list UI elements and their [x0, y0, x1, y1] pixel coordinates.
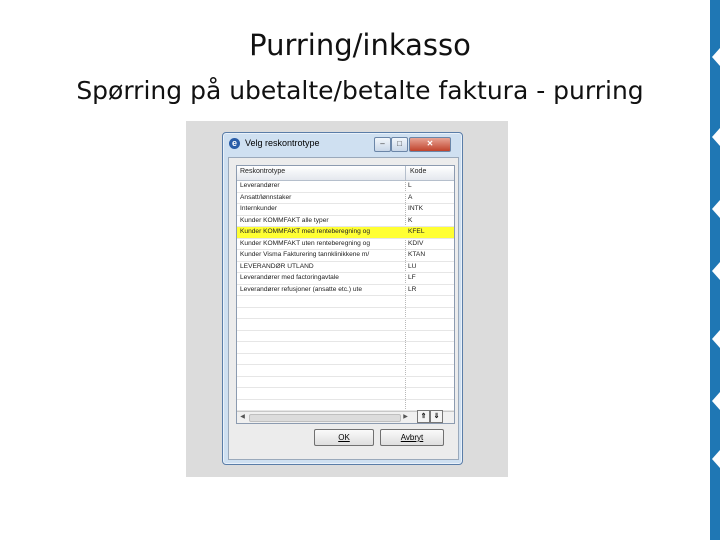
- cell-code: K: [408, 216, 413, 224]
- header-divider: [405, 166, 406, 180]
- cell-code: KFEL: [408, 228, 425, 235]
- table-row[interactable]: Kunder KOMMFAKT alle typer K: [237, 216, 454, 227]
- cell-type: Kunder KOMMFAKT alle typer: [240, 216, 329, 224]
- table-row[interactable]: Kunder Visma Fakturering tannklinikkene …: [237, 250, 454, 262]
- table-row[interactable]: Ansatt/lønnstaker A: [237, 193, 454, 204]
- cell-code: KTAN: [408, 251, 426, 258]
- table-row[interactable]: [237, 342, 454, 354]
- cell-type: Kunder KOMMFAKT uten renteberegning og: [240, 239, 370, 247]
- cell-type: LEVERANDØR UTLAND: [240, 262, 314, 270]
- minimize-icon[interactable]: –: [374, 137, 391, 152]
- table-row[interactable]: Internkunder INTK: [237, 204, 454, 216]
- cell-code: LF: [408, 274, 416, 281]
- cell-code: LR: [408, 285, 417, 293]
- table-row[interactable]: [237, 388, 454, 400]
- table-row-selected[interactable]: Kunder KOMMFAKT med renteberegning og KFE…: [237, 227, 454, 239]
- horizontal-scrollbar[interactable]: ◀ ▶ ⇑ ⇓: [237, 410, 454, 423]
- cell-code: KDIV: [408, 239, 424, 247]
- table-row[interactable]: Leverandører L: [237, 181, 454, 193]
- cell-type: Leverandører: [240, 182, 280, 189]
- cell-type: Kunder Visma Fakturering tannklinikkene …: [240, 251, 370, 258]
- cell-type: Kunder KOMMFAKT med renteberegning og: [240, 228, 370, 235]
- table-row[interactable]: [237, 354, 454, 365]
- cell-type: Leverandører med factoringavtale: [240, 274, 339, 281]
- scrollbar-thumb[interactable]: [249, 414, 401, 422]
- nav-down-icon[interactable]: ⇓: [430, 410, 443, 423]
- dialog-title: Velg reskontrotype: [245, 138, 320, 148]
- column-header-code[interactable]: Kode: [410, 168, 426, 175]
- table-row[interactable]: Leverandører med factoringavtale LF: [237, 273, 454, 285]
- close-icon[interactable]: ✕: [409, 137, 451, 152]
- nav-up-icon[interactable]: ⇑: [417, 410, 430, 423]
- table-row[interactable]: Leverandører refusjoner (ansatte etc.) u…: [237, 285, 454, 296]
- dialog-titlebar[interactable]: e Velg reskontrotype – □ ✕: [223, 133, 462, 155]
- cell-code: A: [408, 193, 413, 201]
- app-icon: e: [229, 138, 240, 149]
- cell-code: LU: [408, 262, 417, 270]
- table-row[interactable]: LEVERANDØR UTLAND LU: [237, 262, 454, 273]
- scroll-left-icon[interactable]: ◀: [238, 413, 247, 421]
- column-header-type[interactable]: Reskontrotype: [240, 168, 285, 175]
- cell-code: L: [408, 182, 412, 189]
- table-row[interactable]: [237, 296, 454, 308]
- cell-type: Internkunder: [240, 205, 278, 212]
- slide-title: Purring/inkasso: [249, 28, 471, 62]
- table-row[interactable]: [237, 308, 454, 319]
- scroll-right-icon[interactable]: ▶: [401, 413, 410, 421]
- table-row[interactable]: [237, 365, 454, 377]
- cell-type: Ansatt/lønnstaker: [240, 193, 292, 201]
- ok-button[interactable]: OK: [314, 429, 374, 446]
- cell-type: Leverandører refusjoner (ansatte etc.) u…: [240, 285, 363, 293]
- ledger-type-grid[interactable]: Reskontrotype Kode Leverandører L Ansatt/l…: [236, 165, 455, 424]
- cell-code: INTK: [408, 205, 424, 212]
- slide-subtitle: Spørring på ubetalte/betalte faktura - p…: [76, 76, 644, 105]
- maximize-icon[interactable]: □: [391, 137, 408, 152]
- decorative-edge-strip: [710, 0, 720, 540]
- table-row[interactable]: Kunder KOMMFAKT uten renteberegning og KD…: [237, 239, 454, 250]
- grid-header: Reskontrotype Kode: [237, 166, 454, 181]
- table-row[interactable]: [237, 331, 454, 342]
- table-row[interactable]: [237, 319, 454, 331]
- dialog-screenshot: e Velg reskontrotype – □ ✕ Reskontrotype…: [186, 121, 508, 477]
- cancel-button[interactable]: Avbryt: [380, 429, 444, 446]
- dialog-client-area: Reskontrotype Kode Leverandører L Ansatt/l…: [228, 157, 459, 460]
- select-ledger-type-dialog: e Velg reskontrotype – □ ✕ Reskontrotype…: [222, 132, 463, 465]
- table-row[interactable]: [237, 377, 454, 388]
- grid-rows: Leverandører L Ansatt/lønnstaker A Internkun…: [237, 181, 454, 423]
